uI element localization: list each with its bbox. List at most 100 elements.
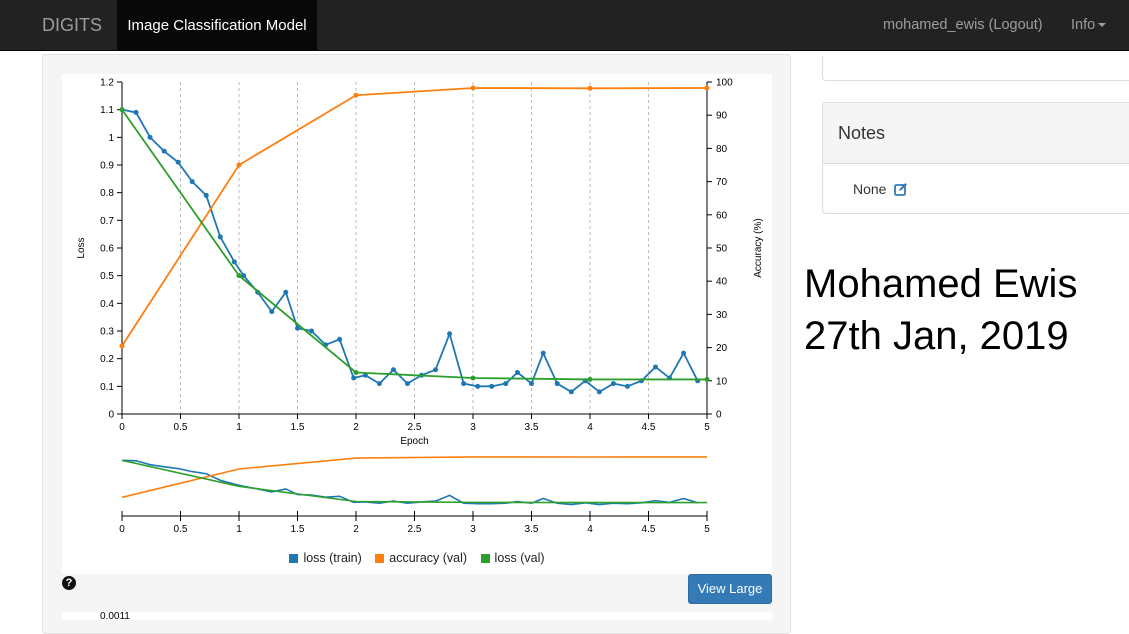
top-navbar: DIGITS Image Classification Model mohame…	[0, 0, 1129, 51]
series-point-0	[624, 383, 630, 389]
x-tick-label: 1	[236, 422, 242, 433]
overview-series-line-1	[121, 456, 708, 499]
notes-value: None	[853, 181, 887, 197]
series-point-0	[681, 350, 687, 356]
overview-series-line-0	[121, 459, 698, 506]
series-point-0	[529, 381, 534, 387]
series-point-0	[203, 192, 209, 198]
overview-x-tick-label: 2.5	[408, 524, 422, 535]
x-tick-label: 2.5	[408, 422, 422, 433]
overview-series-line-2	[121, 459, 707, 504]
x-tick-label: 1.5	[291, 422, 305, 433]
overview-x-tick-label: 1	[236, 524, 242, 535]
y2-tick-label: 100	[716, 78, 733, 89]
series-point-0	[596, 389, 602, 395]
overview-x-tick-label: 0.5	[174, 524, 188, 535]
nav-tab-model[interactable]: Image Classification Model	[117, 0, 317, 51]
second-chart-tick-label: 0.0011	[100, 611, 130, 622]
legend-item-loss-train[interactable]: loss (train)	[289, 551, 362, 565]
series-point-0	[404, 381, 410, 387]
legend-label: loss (train)	[303, 551, 362, 565]
y2-tick-label: 40	[716, 277, 728, 288]
series-point-1	[236, 162, 242, 168]
series-point-0	[461, 381, 467, 387]
series-point-1	[587, 85, 593, 91]
series-point-0	[568, 389, 574, 395]
y2-tick-label: 50	[716, 244, 728, 255]
y2-tick-label: 0	[716, 410, 722, 421]
series-point-0	[489, 383, 495, 389]
series-point-0	[653, 364, 659, 370]
y-tick-label: 0.2	[100, 354, 114, 365]
series-point-0	[475, 383, 481, 389]
notes-body: None	[823, 164, 1129, 213]
caret-down-icon	[1098, 23, 1107, 28]
chart-svg: 0 0.5 1 1.5 2 2.5 3 3.5 4 4.5 500.10.20.30.40.50.6…	[76, 78, 764, 536]
x-tick-label: 0	[119, 422, 125, 433]
help-icon[interactable]: ?	[62, 576, 76, 590]
series-point-0	[309, 328, 315, 334]
y2-tick-label: 10	[716, 376, 728, 387]
y-tick-label: 0.9	[100, 161, 114, 172]
series-point-0	[283, 289, 289, 295]
overview-x-tick-label: 1.5	[291, 524, 305, 535]
y2-tick-label: 90	[716, 111, 728, 122]
series-point-0	[231, 259, 237, 265]
series-point-0	[390, 367, 396, 373]
notes-heading: Notes	[823, 103, 1129, 164]
y2-tick-label: 70	[716, 177, 728, 188]
y-tick-label: 0.6	[100, 244, 114, 255]
info-label: Info	[1071, 17, 1096, 33]
y2-tick-label: 60	[716, 210, 728, 221]
x-tick-label: 3.5	[525, 422, 539, 433]
series-point-2	[470, 375, 476, 381]
x-tick-label: 4	[587, 422, 593, 433]
series-point-0	[610, 381, 616, 387]
view-large-button[interactable]: View Large	[688, 574, 772, 604]
x-tick-label: 5	[704, 422, 710, 433]
x-axis-label: Epoch	[400, 436, 428, 447]
series-point-0	[447, 331, 453, 337]
second-chart: 0.0011	[62, 611, 772, 622]
x-tick-label: 4.5	[642, 422, 656, 433]
brand-logo-link[interactable]: DIGITS	[42, 0, 102, 51]
x-tick-label: 0.5	[174, 422, 188, 433]
series-point-0	[269, 309, 275, 315]
y-tick-label: 1	[108, 133, 114, 144]
legend-label: loss (val)	[494, 551, 545, 565]
y-tick-label: 1.1	[100, 105, 114, 116]
y-tick-label: 0.8	[100, 188, 114, 199]
x-tick-label: 3	[470, 422, 476, 433]
legend-item-loss-val[interactable]: loss (val)	[480, 551, 545, 565]
y-tick-label: 0.1	[100, 382, 114, 393]
edit-icon[interactable]	[894, 166, 908, 213]
series-point-0	[161, 148, 167, 154]
y-tick-label: 0.3	[100, 327, 114, 338]
y2-tick-label: 80	[716, 144, 728, 155]
series-point-2	[236, 273, 242, 279]
series-point-0	[147, 134, 153, 140]
info-panel-bottom	[822, 56, 1129, 81]
series-point-2	[353, 370, 359, 375]
x-tick-label: 2	[353, 422, 359, 433]
legend-label: accuracy (val)	[389, 551, 468, 565]
series-point-2	[119, 107, 125, 113]
y-axis-label: Loss	[76, 237, 87, 258]
legend-swatch-icon	[375, 554, 385, 563]
series-point-0	[503, 381, 509, 387]
user-logout-link[interactable]: mohamed_ewis (Logout)	[883, 0, 1043, 51]
series-point-0	[554, 381, 560, 387]
overview-x-tick-label: 5	[704, 524, 710, 535]
series-point-0	[376, 381, 382, 387]
info-dropdown[interactable]: Info	[1071, 0, 1107, 51]
series-point-0	[540, 350, 546, 356]
chart-legend: loss (train) accuracy (val) loss (val)	[62, 551, 772, 565]
series-point-0	[189, 179, 195, 185]
series-point-0	[133, 109, 139, 115]
series-point-1	[119, 343, 125, 349]
legend-item-accuracy-val[interactable]: accuracy (val)	[375, 551, 467, 565]
series-point-0	[514, 370, 520, 375]
series-point-2	[587, 376, 593, 382]
overview-x-tick-label: 0	[119, 524, 125, 535]
y-tick-label: 0.7	[100, 216, 114, 227]
